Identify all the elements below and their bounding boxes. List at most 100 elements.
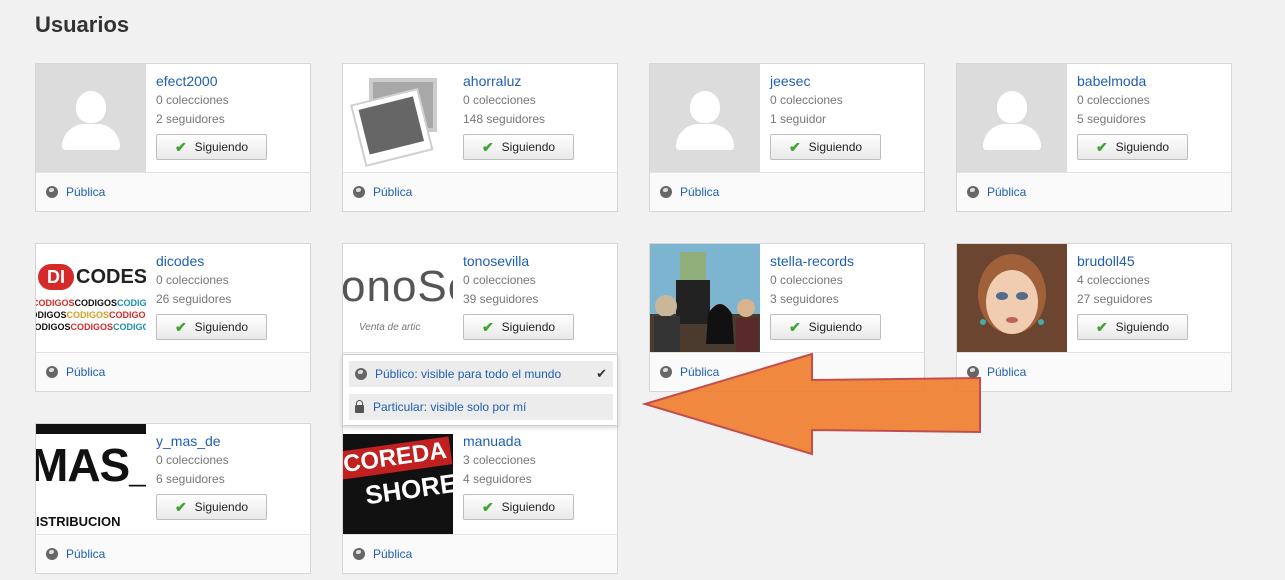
followers-count: 2 seguidores xyxy=(156,112,225,126)
privacy-option-label: Particular: visible solo por mí xyxy=(373,400,527,414)
pattern-row: CODIGOSCODIGOSCODIGOS xyxy=(36,298,146,308)
collections-count: 0 colecciones xyxy=(463,93,536,107)
check-icon: ✔ xyxy=(481,318,494,335)
default-avatar-body xyxy=(983,124,1041,150)
user-card: MAS_ ISTRIBUCION y_mas_de 0 colecciones … xyxy=(35,423,311,574)
default-avatar-head xyxy=(76,91,106,123)
privacy-link[interactable]: Pública xyxy=(987,185,1026,199)
globe-icon xyxy=(967,186,979,198)
followers-count: 4 seguidores xyxy=(463,472,532,486)
following-button[interactable]: ✔ Siguiendo xyxy=(1077,314,1188,340)
following-button[interactable]: ✔ Siguiendo xyxy=(770,314,881,340)
pattern-row: CODIGOSCODIGOSCODIGOS xyxy=(36,310,146,320)
following-button[interactable]: ✔ Siguiendo xyxy=(156,314,267,340)
check-icon: ✔ xyxy=(481,138,494,155)
following-button[interactable]: ✔ Siguiendo xyxy=(463,314,574,340)
privacy-option-label: Público: visible para todo el mundo xyxy=(375,367,562,381)
privacy-option-public[interactable]: Público: visible para todo el mundo ✔ xyxy=(349,361,613,387)
following-button[interactable]: ✔ Siguiendo xyxy=(156,134,267,160)
avatar[interactable] xyxy=(650,244,760,354)
privacy-footer: Pública xyxy=(343,172,617,211)
privacy-link[interactable]: Pública xyxy=(66,365,105,379)
following-button[interactable]: ✔ Siguiendo xyxy=(463,494,574,520)
default-avatar-body xyxy=(676,124,734,150)
user-card: ahorraluz 0 colecciones 148 seguidores ✔… xyxy=(342,63,618,212)
check-icon: ✔ xyxy=(1095,138,1108,155)
following-label: Siguiendo xyxy=(501,320,556,334)
avatar[interactable] xyxy=(957,244,1067,354)
user-card: jeesec 0 colecciones 1 seguidor ✔ Siguien… xyxy=(649,63,925,212)
following-button[interactable]: ✔ Siguiendo xyxy=(770,134,881,160)
privacy-link[interactable]: Pública xyxy=(680,185,719,199)
followers-count: 39 seguidores xyxy=(463,292,539,306)
privacy-link[interactable]: Pública xyxy=(373,185,412,199)
avatar[interactable]: onoSe Venta de artic xyxy=(343,244,453,354)
collections-count: 0 colecciones xyxy=(156,93,229,107)
default-avatar-head xyxy=(997,91,1027,123)
privacy-dropdown: Público: visible para todo el mundo ✔ Pa… xyxy=(342,354,618,426)
logo-small-text: ISTRIBUCION xyxy=(36,514,121,529)
privacy-link[interactable]: Pública xyxy=(987,365,1026,379)
check-icon: ✔ xyxy=(1095,318,1108,335)
user-name-link[interactable]: efect2000 xyxy=(156,73,229,89)
collections-count: 0 colecciones xyxy=(770,273,843,287)
logo-big-text: MAS_ xyxy=(36,439,146,491)
following-button[interactable]: ✔ Siguiendo xyxy=(1077,134,1188,160)
followers-count: 3 seguidores xyxy=(770,292,839,306)
user-name-link[interactable]: ahorraluz xyxy=(463,73,545,89)
user-name-link[interactable]: manuada xyxy=(463,433,536,449)
avatar[interactable]: MAS_ ISTRIBUCION xyxy=(36,424,146,534)
check-icon: ✔ xyxy=(788,318,801,335)
globe-icon xyxy=(46,366,58,378)
collections-count: 0 colecciones xyxy=(770,93,843,107)
avatar[interactable] xyxy=(957,64,1067,174)
following-label: Siguiendo xyxy=(808,320,863,334)
following-label: Siguiendo xyxy=(501,500,556,514)
collections-count: 0 colecciones xyxy=(1077,93,1150,107)
collections-count: 0 colecciones xyxy=(463,273,536,287)
default-avatar-body xyxy=(62,124,120,150)
user-name-link[interactable]: tonosevilla xyxy=(463,253,538,269)
tonosevilla-logo-text: onoSe xyxy=(343,262,453,311)
following-label: Siguiendo xyxy=(808,140,863,154)
avatar[interactable] xyxy=(36,64,146,174)
followers-count: 148 seguidores xyxy=(463,112,546,126)
user-card: efect2000 0 colecciones 2 seguidores ✔ Si… xyxy=(35,63,311,212)
user-name-link[interactable]: babelmoda xyxy=(1077,73,1150,89)
privacy-footer: Pública xyxy=(957,352,1231,391)
user-name-link[interactable]: jeesec xyxy=(770,73,843,89)
followers-count: 1 seguidor xyxy=(770,112,827,126)
user-card: DI CODES CODIGOSCODIGOSCODIGOS CODIGOSCO… xyxy=(35,243,311,392)
group-photo-image xyxy=(650,244,760,354)
following-label: Siguiendo xyxy=(194,140,249,154)
check-icon: ✔ xyxy=(481,498,494,515)
privacy-link[interactable]: Pública xyxy=(373,547,412,561)
collections-count: 3 colecciones xyxy=(463,453,536,467)
user-card: brudoll45 4 colecciones 27 seguidores ✔ S… xyxy=(956,243,1232,392)
followers-count: 27 seguidores xyxy=(1077,292,1153,306)
user-name-link[interactable]: y_mas_de xyxy=(156,433,229,449)
user-name-link[interactable]: dicodes xyxy=(156,253,231,269)
privacy-link[interactable]: Pública xyxy=(66,547,105,561)
user-name-link[interactable]: brudoll45 xyxy=(1077,253,1152,269)
following-button[interactable]: ✔ Siguiendo xyxy=(463,134,574,160)
collections-count: 4 colecciones xyxy=(1077,273,1150,287)
avatar[interactable] xyxy=(343,64,453,174)
user-name-link[interactable]: stella-records xyxy=(770,253,854,269)
avatar[interactable]: DI CODES CODIGOSCODIGOSCODIGOS CODIGOSCO… xyxy=(36,244,146,354)
avatar[interactable]: COREDA SHORE xyxy=(343,424,453,534)
dicodes-logo-word: CODES xyxy=(76,266,146,288)
check-icon: ✔ xyxy=(174,138,187,155)
following-button[interactable]: ✔ Siguiendo xyxy=(156,494,267,520)
globe-icon xyxy=(353,186,365,198)
checkmark-icon: ✔ xyxy=(596,366,607,381)
privacy-footer: Pública xyxy=(36,352,310,391)
check-icon: ✔ xyxy=(174,498,187,515)
privacy-option-private[interactable]: Particular: visible solo por mí xyxy=(349,394,613,420)
followers-count: 5 seguidores xyxy=(1077,112,1146,126)
avatar[interactable] xyxy=(650,64,760,174)
following-label: Siguiendo xyxy=(501,140,556,154)
privacy-link[interactable]: Pública xyxy=(66,185,105,199)
globe-icon xyxy=(355,368,367,380)
globe-icon xyxy=(46,186,58,198)
